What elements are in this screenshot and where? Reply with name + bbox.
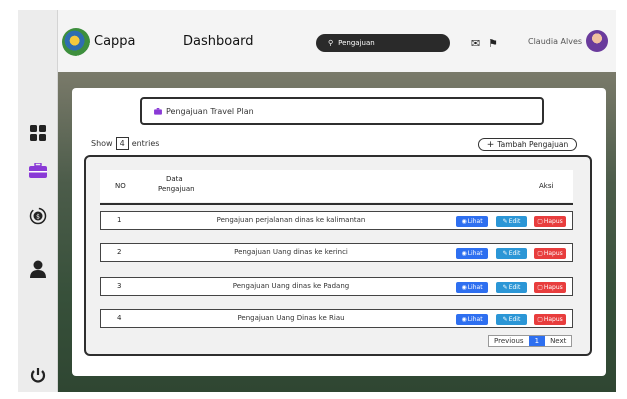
page-1-button[interactable]: 1	[528, 336, 546, 346]
hapus-label: Hapus	[543, 284, 563, 291]
row-nama: Pengajuan perjalanan dinas ke kalimantan	[216, 216, 366, 224]
table-header: NO Data Pengajuan Aksi	[100, 170, 573, 202]
header-data-line2: Pengajuan	[158, 185, 195, 193]
show-label: Show	[91, 139, 113, 148]
edit-button[interactable]: ✎ Edit	[496, 248, 527, 259]
user-name: Claudia Alves	[528, 37, 583, 46]
lihat-label: Lihat	[467, 284, 483, 291]
header: Cappa Dashboard ⚲ Pengajuan ✉ ⚑ Claudia …	[58, 10, 616, 72]
lihat-label: Lihat	[467, 316, 483, 323]
section-title-text: Pengajuan Travel Plan	[166, 106, 254, 116]
bell-icon[interactable]: ⚑	[488, 37, 498, 50]
add-pengajuan-button[interactable]: + Tambah Pengajuan	[478, 138, 577, 151]
briefcase-icon[interactable]	[18, 160, 58, 182]
edit-label: Edit	[508, 218, 521, 225]
edit-label: Edit	[508, 250, 521, 257]
table-header-divider	[100, 203, 573, 205]
row-nama: Pengajuan Uang Dinas ke Riau	[237, 314, 345, 322]
page-title: Dashboard	[183, 34, 254, 49]
header-no: NO	[115, 182, 126, 190]
eye-icon: ◉	[461, 218, 467, 225]
search-icon: ⚲	[328, 39, 334, 47]
lihat-button[interactable]: ◉ Lihat	[456, 216, 488, 227]
trash-icon: ▢	[537, 250, 543, 257]
edit-label: Edit	[508, 284, 521, 291]
header-data-line1: Data	[166, 175, 183, 183]
power-icon[interactable]	[18, 364, 58, 386]
entries-select[interactable]: 4	[115, 137, 129, 150]
hapus-button[interactable]: ▢ Hapus	[534, 248, 566, 259]
lihat-button[interactable]: ◉ Lihat	[456, 248, 488, 259]
table-row: 1 Pengajuan perjalanan dinas ke kalimant…	[100, 211, 573, 230]
add-pengajuan-label: Tambah Pengajuan	[497, 140, 569, 149]
row-no: 2	[117, 248, 122, 256]
table-row: 3 Pengajuan Uang dinas ke Padang ◉ Lihat …	[100, 277, 573, 296]
table-row: 2 Pengajuan Uang dinas ke kerinci ◉ Lihat…	[100, 243, 573, 262]
hapus-label: Hapus	[543, 250, 563, 257]
trash-icon: ▢	[537, 218, 543, 225]
eye-icon: ◉	[461, 284, 467, 291]
plus-icon: +	[486, 139, 495, 150]
brand-name: Cappa	[94, 34, 136, 49]
avatar[interactable]	[586, 30, 608, 52]
svg-text:$: $	[36, 214, 40, 221]
edit-button[interactable]: ✎ Edit	[496, 282, 527, 293]
header-aksi: Aksi	[539, 182, 554, 190]
hapus-button[interactable]: ▢ Hapus	[534, 282, 566, 293]
entries-label: entries	[131, 139, 160, 148]
row-no: 4	[117, 314, 122, 322]
lihat-button[interactable]: ◉ Lihat	[456, 282, 488, 293]
pagination: Previous 1 Next	[488, 335, 573, 347]
lihat-label: Lihat	[467, 218, 483, 225]
hapus-button[interactable]: ▢ Hapus	[534, 314, 566, 325]
pencil-icon: ✎	[502, 284, 508, 291]
edit-button[interactable]: ✎ Edit	[496, 314, 527, 325]
pencil-icon: ✎	[502, 218, 508, 225]
row-no: 3	[117, 282, 122, 290]
lihat-label: Lihat	[467, 250, 483, 257]
grid-icon[interactable]	[18, 122, 58, 144]
lihat-button[interactable]: ◉ Lihat	[456, 314, 488, 325]
user-icon[interactable]	[18, 258, 58, 280]
hapus-label: Hapus	[543, 218, 563, 225]
eye-icon: ◉	[461, 250, 467, 257]
edit-button[interactable]: ✎ Edit	[496, 216, 527, 227]
table-row: 4 Pengajuan Uang Dinas ke Riau ◉ Lihat ✎ E…	[100, 309, 573, 328]
previous-button[interactable]: Previous	[489, 336, 529, 346]
briefcase-icon	[154, 107, 162, 115]
hapus-button[interactable]: ▢ Hapus	[534, 216, 566, 227]
pencil-icon: ✎	[502, 250, 508, 257]
eye-icon: ◉	[461, 316, 467, 323]
section-title: Pengajuan Travel Plan	[140, 97, 544, 125]
hapus-label: Hapus	[543, 316, 563, 323]
search-value: Pengajuan	[338, 39, 375, 47]
money-icon[interactable]: $	[18, 205, 58, 227]
mail-icon[interactable]: ✉	[471, 37, 480, 50]
pencil-icon: ✎	[502, 316, 508, 323]
trash-icon: ▢	[537, 316, 543, 323]
trash-icon: ▢	[537, 284, 543, 291]
entries-control: Show 4 entries	[91, 137, 159, 150]
next-button[interactable]: Next	[545, 336, 571, 346]
row-nama: Pengajuan Uang dinas ke kerinci	[234, 248, 348, 256]
row-nama: Pengajuan Uang dinas ke Padang	[232, 282, 350, 290]
search-input[interactable]: ⚲ Pengajuan	[316, 34, 450, 52]
sidebar: $	[18, 10, 58, 392]
brand-logo	[62, 28, 90, 56]
row-no: 1	[117, 216, 122, 224]
edit-label: Edit	[508, 316, 521, 323]
